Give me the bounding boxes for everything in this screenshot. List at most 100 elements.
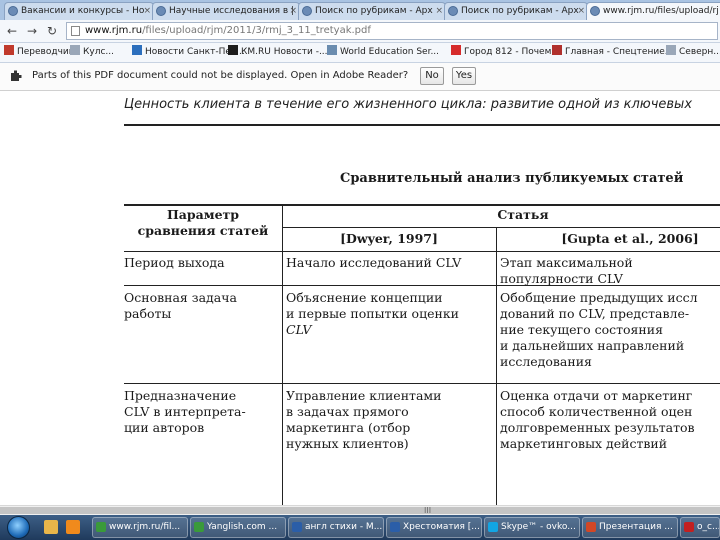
row-task-dwyer: Объяснение концепции и первые попытки оц… (286, 290, 459, 337)
bookmark-label: КМ.RU Новости -... (241, 47, 328, 57)
tab-favicon-icon (448, 6, 458, 16)
taskbar-button-label: Хрестоматия [... (403, 522, 480, 532)
tab-title: Научные исследования в | (169, 6, 295, 16)
address-bar[interactable]: www.rjm.ru/files/upload/rjm/2011/3/rmj_3… (66, 22, 718, 40)
header-bottom-rule (124, 251, 720, 252)
infobar-no-button[interactable]: No (420, 67, 444, 85)
taskbar-button[interactable]: o_c... (680, 517, 720, 538)
tab-close-icon[interactable]: × (577, 3, 585, 19)
taskbar-button[interactable]: Yanglish.com ... (190, 517, 286, 538)
tab-title: Поиск по рубрикам - Арх (461, 6, 579, 16)
taskbar-button[interactable]: Презентация ... (582, 517, 678, 538)
row-purpose-param: Предназначение CLV в интерпрета- ции авт… (124, 388, 246, 435)
bookmark-label: Кулс... (83, 47, 114, 57)
tab-favicon-icon (590, 6, 600, 16)
tab-favicon-icon (156, 6, 166, 16)
bookmark-item[interactable]: Кулс... (70, 43, 114, 62)
table-title: Сравнительный анализ публикуемых статей (340, 171, 684, 186)
page-icon (666, 45, 676, 55)
group-header-rule (282, 227, 720, 228)
group-header: Статья (497, 207, 549, 222)
tab-title: www.rjm.ru/files/upload/rj (603, 6, 719, 16)
bookmark-item[interactable]: Главная - Спецтение... (552, 43, 673, 62)
browser-tab[interactable]: Научные исследования в | × (152, 2, 300, 20)
km-icon (228, 45, 238, 55)
bookmark-item[interactable]: Северн... (666, 43, 720, 62)
bookmark-item[interactable]: Переводчик (4, 43, 74, 62)
bookmark-label: World Education Ser... (340, 47, 440, 57)
table-top-rule (124, 204, 720, 206)
bookmark-item[interactable]: КМ.RU Новости -... (228, 43, 328, 62)
taskbar-button[interactable]: Хрестоматия [... (386, 517, 482, 538)
word-icon (292, 522, 302, 532)
column-divider (282, 204, 283, 505)
plugin-puzzle-icon (11, 70, 22, 81)
bookmark-label: Северн... (679, 47, 720, 57)
tab-title: Вакансии и конкурсы - Но (21, 6, 145, 16)
reload-icon[interactable]: ↻ (44, 23, 60, 39)
page-icon (70, 45, 80, 55)
start-button[interactable] (6, 515, 32, 540)
scrollbar-thumb[interactable] (0, 507, 720, 514)
row-period-param: Период выхода (124, 255, 225, 270)
taskbar-button[interactable]: www.rjm.ru/fil... (92, 517, 188, 538)
forward-arrow-icon[interactable]: → (24, 23, 40, 39)
browser-tab-active[interactable]: www.rjm.ru/files/upload/rj (586, 2, 720, 20)
word-icon (390, 522, 400, 532)
row-period-gupta: Этап максимальной популярности CLV (500, 255, 633, 286)
windows-explorer-icon[interactable] (44, 520, 58, 534)
row-purpose-dwyer: Управление клиентами в задачах прямого м… (286, 388, 442, 451)
taskbar-button-label: www.rjm.ru/fil... (109, 522, 181, 532)
tab-favicon-icon (8, 6, 18, 16)
taskbar-button[interactable]: англ стихи - M... (288, 517, 384, 538)
infobar-yes-button[interactable]: Yes (452, 67, 476, 85)
page-icon (71, 26, 80, 36)
running-header: Ценность клиента в течение его жизненног… (124, 97, 693, 112)
tab-title: Поиск по рубрикам - Арх (315, 6, 433, 16)
comparison-table: Параметр сравнения статей Статья [Dwyer,… (124, 204, 720, 505)
back-arrow-icon[interactable]: ← (4, 23, 20, 39)
url-host: www.rjm.ru (85, 25, 143, 36)
tab-close-icon[interactable]: × (143, 3, 151, 19)
row-purpose-gupta: Оценка отдачи от маркетинг способ количе… (500, 388, 695, 451)
browser-tab[interactable]: Поиск по рубрикам - Арх × (298, 2, 446, 20)
news-icon (132, 45, 142, 55)
pdf-icon (684, 522, 694, 532)
bookmark-item[interactable]: Город 812 - Почем... (451, 43, 560, 62)
windows-taskbar: www.rjm.ru/fil... Yanglish.com ... англ ст… (0, 515, 720, 540)
home-icon (552, 45, 562, 55)
pdf-document-view[interactable]: Ценность клиента в течение его жизненног… (0, 91, 720, 505)
url-path: /files/upload/rjm/2011/3/rmj_3_11_tretya… (142, 25, 371, 36)
param-header: Параметр сравнения статей (137, 207, 269, 238)
column-header-dwyer: [Dwyer, 1997] (340, 231, 438, 246)
taskbar-button-label: o_c... (697, 522, 720, 532)
taskbar-button-label: Презентация ... (599, 522, 673, 532)
browser-tab[interactable]: Поиск по рубрикам - Арх × (444, 2, 588, 20)
column-divider (496, 227, 497, 505)
infobar-message: Parts of this PDF document could not be … (32, 70, 409, 81)
tab-close-icon[interactable]: × (289, 3, 297, 19)
browser-tab[interactable]: Вакансии и конкурсы - Но × (4, 2, 154, 20)
skype-icon (488, 522, 498, 532)
tab-close-icon[interactable]: × (435, 3, 443, 19)
bookmark-label: Главная - Спецтение... (565, 47, 674, 57)
media-player-icon[interactable] (66, 520, 80, 534)
header-rule (124, 124, 720, 126)
scrollbar-grip: III (424, 506, 432, 515)
browser-toolbar: ← → ↻ www.rjm.ru/files/upload/rjm/2011/3… (0, 20, 720, 43)
column-header-gupta: [Gupta et al., 2006] (561, 231, 699, 246)
browser-tab-strip: Вакансии и конкурсы - Но × Научные иссле… (0, 0, 720, 20)
powerpoint-icon (586, 522, 596, 532)
chrome-icon (96, 522, 106, 532)
taskbar-button-label: англ стихи - M... (305, 522, 383, 532)
bookmarks-bar: Переводчик Кулс... Новости Санкт-Пет... КМ.… (0, 43, 720, 63)
taskbar-button[interactable]: Skype™ - ovko... (484, 517, 580, 538)
translator-icon (4, 45, 14, 55)
row-period-dwyer: Начало исследований CLV (286, 255, 462, 270)
bookmark-label: Переводчик (17, 47, 75, 57)
bookmark-item[interactable]: World Education Ser... (327, 43, 439, 62)
pdf-infobar: Parts of this PDF document could not be … (0, 63, 720, 91)
row-task-gupta: Обобщение предыдущих иссл дований по CLV… (500, 290, 698, 369)
row-task-param: Основная задача работы (124, 290, 237, 321)
windows-logo-icon (7, 516, 30, 539)
